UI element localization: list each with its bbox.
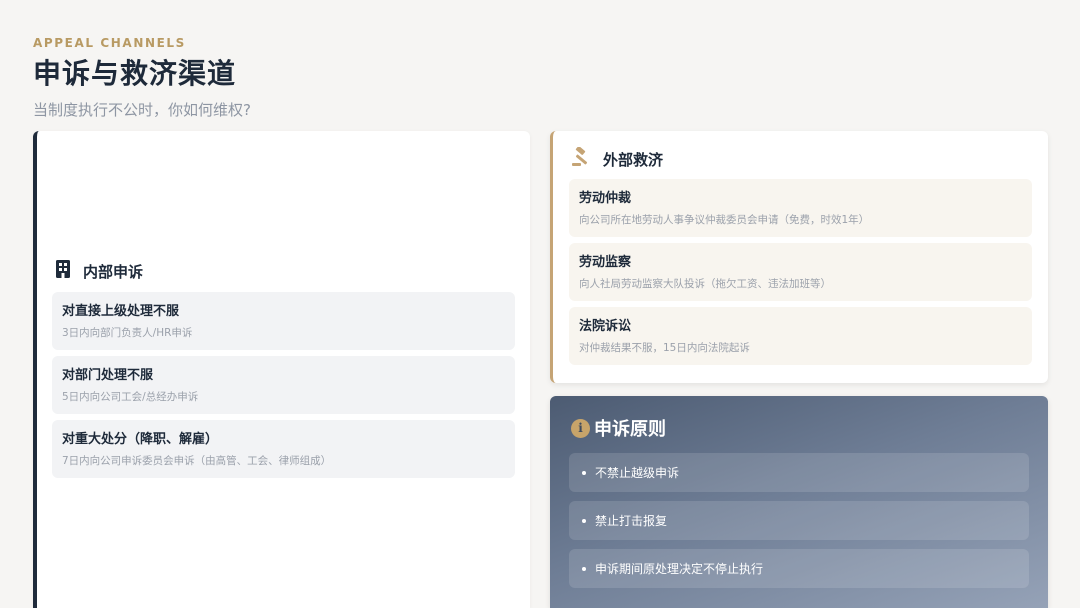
bullet-icon [582, 518, 586, 523]
external-remedy-card: 外部救济 劳动仲裁 向公司所在地劳动人事争议仲裁委员会申请（免费，时效1年） 劳… [550, 131, 1048, 383]
internal-appeal-item: 对直接上级处理不服 3日内向部门负责人/HR申诉 [52, 292, 515, 350]
appeal-principles-card: i 申诉原则 不禁止越级申诉 禁止打击报复 申诉期间原处理决定不停止执行 [550, 396, 1048, 608]
info-icon: i [571, 418, 590, 438]
external-remedy-item: 劳动仲裁 向公司所在地劳动人事争议仲裁委员会申请（免费，时效1年） [569, 179, 1032, 237]
external-remedy-item: 劳动监察 向人社局劳动监察大队投诉（拖欠工资、违法加班等） [569, 243, 1032, 301]
item-title: 对重大处分（降职、解雇） [62, 432, 219, 447]
page-subtitle: 当制度执行不公时，你如何维权? [33, 101, 251, 119]
principle-item: 申诉期间原处理决定不停止执行 [569, 549, 1029, 588]
item-description: 7日内向公司申诉委员会申诉（由高管、工会、律师组成） [62, 455, 332, 467]
external-remedy-list: 劳动仲裁 向公司所在地劳动人事争议仲裁委员会申请（免费，时效1年） 劳动监察 向… [569, 179, 1032, 371]
bullet-icon [582, 566, 586, 571]
principle-item: 不禁止越级申诉 [569, 453, 1029, 492]
principle-text: 不禁止越级申诉 [595, 466, 680, 480]
principle-item: 禁止打击报复 [569, 501, 1029, 540]
item-description: 5日内向公司工会/总经办申诉 [62, 391, 199, 403]
item-title: 法院诉讼 [579, 319, 632, 334]
principles-header: i 申诉原则 [571, 415, 666, 441]
internal-appeal-card: 内部申诉 对直接上级处理不服 3日内向部门负责人/HR申诉 对部门处理不服 5日… [33, 131, 530, 608]
internal-appeal-item: 对重大处分（降职、解雇） 7日内向公司申诉委员会申诉（由高管、工会、律师组成） [52, 420, 515, 478]
page-eyebrow: APPEAL CHANNELS [33, 36, 186, 50]
principles-list: 不禁止越级申诉 禁止打击报复 申诉期间原处理决定不停止执行 [569, 453, 1029, 597]
internal-appeal-title: 内部申诉 [83, 262, 144, 281]
item-title: 对直接上级处理不服 [62, 304, 180, 319]
item-description: 向公司所在地劳动人事争议仲裁委员会申请（免费，时效1年） [579, 214, 870, 226]
item-description: 对仲裁结果不服，15日内向法院起诉 [579, 342, 750, 354]
item-title: 劳动监察 [579, 255, 632, 270]
item-title: 对部门处理不服 [62, 368, 154, 383]
external-remedy-title: 外部救济 [603, 150, 664, 169]
principle-text: 申诉期间原处理决定不停止执行 [595, 562, 764, 576]
page-title: 申诉与救济渠道 [33, 57, 237, 90]
building-icon [55, 259, 71, 283]
external-remedy-item: 法院诉讼 对仲裁结果不服，15日内向法院起诉 [569, 307, 1032, 365]
internal-appeal-list: 对直接上级处理不服 3日内向部门负责人/HR申诉 对部门处理不服 5日内向公司工… [52, 292, 515, 484]
item-description: 向人社局劳动监察大队投诉（拖欠工资、违法加班等） [579, 278, 831, 290]
gavel-icon [571, 146, 593, 171]
internal-appeal-item: 对部门处理不服 5日内向公司工会/总经办申诉 [52, 356, 515, 414]
bullet-icon [582, 470, 586, 475]
principle-text: 禁止打击报复 [595, 514, 668, 528]
internal-appeal-header: 内部申诉 [55, 259, 143, 283]
item-title: 劳动仲裁 [579, 191, 632, 206]
principles-title: 申诉原则 [594, 419, 666, 440]
external-remedy-header: 外部救济 [571, 146, 664, 171]
item-description: 3日内向部门负责人/HR申诉 [62, 327, 193, 339]
